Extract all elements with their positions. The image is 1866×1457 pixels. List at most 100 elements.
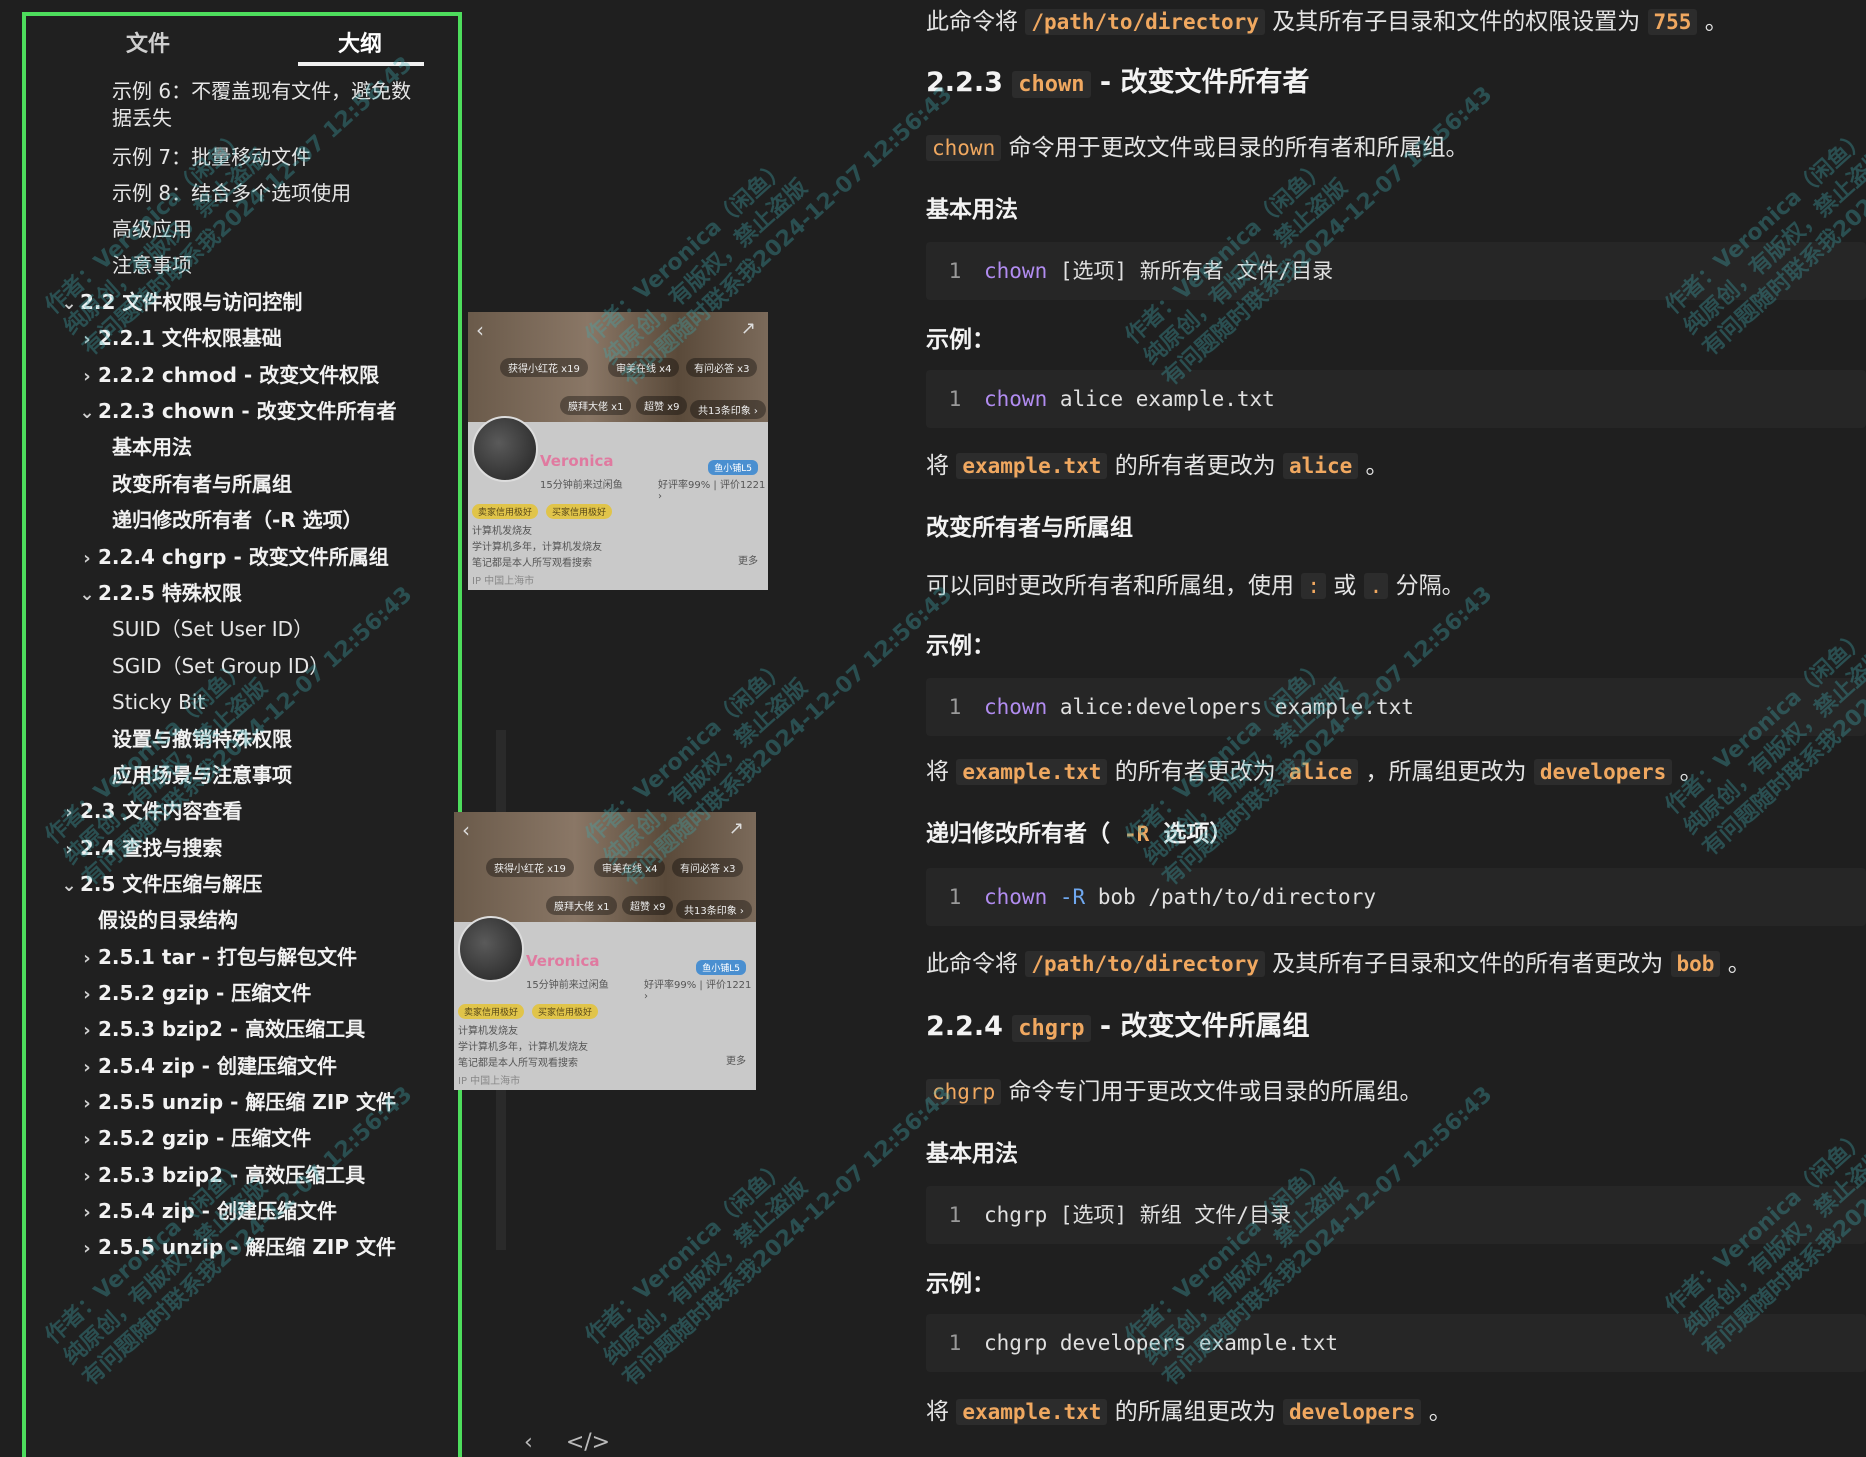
outline-item[interactable]: 高级应用 xyxy=(26,216,458,243)
heading-text: 递归修改所有者（ xyxy=(926,821,1110,847)
chevron-right-icon[interactable]: › xyxy=(60,836,78,863)
text: 的所有者更改为 xyxy=(1114,453,1276,479)
code-command: chown xyxy=(984,259,1048,283)
outline-item-label: SGID（Set Group ID） xyxy=(112,654,330,678)
chevron-left-icon[interactable]: ‹ xyxy=(524,1430,533,1455)
heading-owner-group: 改变所有者与所属组 xyxy=(926,515,1133,541)
chevron-right-icon[interactable]: › xyxy=(60,799,78,826)
chevron-right-icon[interactable]: › xyxy=(78,363,96,390)
outline-item-label: 基本用法 xyxy=(112,435,192,459)
outline-item[interactable]: ⌄ 2.2.5 特殊权限 xyxy=(26,580,458,608)
badge: 审美在线 x4 xyxy=(594,858,666,877)
impressions-link[interactable]: 共13条印象 › xyxy=(690,400,766,419)
outline-item[interactable]: ⌄ 2.5 文件压缩与解压 xyxy=(26,871,458,899)
tab-outline[interactable]: 大纲 xyxy=(338,26,382,58)
chevron-right-icon[interactable]: › xyxy=(78,545,96,572)
code-block[interactable]: 1 chown [选项] 新所有者 文件/目录 xyxy=(926,242,1866,300)
outline-item[interactable]: 注意事项 xyxy=(26,252,458,279)
chevron-right-icon[interactable]: › xyxy=(78,945,96,972)
profile-subtitle: 15分钟前来过闲鱼 xyxy=(540,480,623,491)
outline-item[interactable]: › 2.5.4 zip - 创建压缩文件 xyxy=(26,1053,458,1081)
chevron-down-icon[interactable]: ⌄ xyxy=(60,872,78,899)
chevron-right-icon[interactable]: › xyxy=(78,1126,96,1153)
outline-item[interactable]: › 2.5.5 unzip - 解压缩 ZIP 文件 xyxy=(26,1089,458,1117)
text: 。 xyxy=(1704,9,1728,35)
paragraph: 可以同时更改所有者和所属组，使用 : 或 . 分隔。 xyxy=(926,566,1465,600)
chevron-right-icon[interactable]: › xyxy=(78,1090,96,1117)
outline-item[interactable]: › 2.4 查找与搜索 xyxy=(26,835,458,863)
back-arrow-icon[interactable]: ‹ xyxy=(476,318,484,342)
inline-code: example.txt xyxy=(956,759,1108,785)
code-block[interactable]: 1 chown alice example.txt xyxy=(926,370,1866,428)
chevron-right-icon[interactable]: › xyxy=(78,1017,96,1044)
chevron-down-icon[interactable]: ⌄ xyxy=(60,290,78,317)
outline-item[interactable]: 示例 7：批量移动文件 xyxy=(26,144,458,171)
outline-item[interactable]: SGID（Set Group ID） xyxy=(26,653,458,680)
outline-item[interactable]: 设置与撤销特殊权限 xyxy=(26,726,458,753)
outline-item[interactable]: 递归修改所有者（-R 选项） xyxy=(26,507,458,534)
outline-item-label: 递归修改所有者（-R 选项） xyxy=(112,508,363,532)
outline-item[interactable]: 示例 6：不覆盖现有文件，避免数据丢失 xyxy=(26,78,412,132)
outline-item[interactable]: › 2.5.3 bzip2 - 高效压缩工具 xyxy=(26,1162,458,1190)
outline-item[interactable]: › 2.5.5 unzip - 解压缩 ZIP 文件 xyxy=(26,1234,458,1262)
outline-item[interactable]: ⌄ 2.2 文件权限与访问控制 xyxy=(26,289,458,317)
code-block[interactable]: 1 chown -R bob /path/to/directory xyxy=(926,868,1866,926)
outline-item[interactable]: 应用场景与注意事项 xyxy=(26,762,458,789)
profile-rating: 好评率99% | 评价1221 › xyxy=(644,980,752,1002)
outline-item[interactable]: › 2.5.2 gzip - 压缩文件 xyxy=(26,980,458,1008)
back-arrow-icon[interactable]: ‹ xyxy=(462,818,470,842)
outline-item[interactable]: › 2.2.4 chgrp - 改变文件所属组 xyxy=(26,544,458,572)
profile-line: 计算机发烧友 xyxy=(458,1026,518,1037)
middle-gutter: ‹ ↗ 获得小红花 x19 审美在线 x4 有问必答 x3 膜拜大佬 x1 超赞… xyxy=(454,0,916,1457)
heading-chown: 2.2.3 chown - 改变文件所有者 xyxy=(926,60,1310,99)
share-icon[interactable]: ↗ xyxy=(741,318,756,339)
badge: 获得小红花 x19 xyxy=(486,858,574,877)
text: ，所属组更改为 xyxy=(1365,759,1527,785)
tab-files[interactable]: 文件 xyxy=(126,26,170,58)
chevron-down-icon[interactable]: ⌄ xyxy=(78,581,96,608)
active-tab-indicator xyxy=(298,62,424,66)
outline-item[interactable]: SUID（Set User ID） xyxy=(26,616,458,643)
outline-item[interactable]: 基本用法 xyxy=(26,434,458,461)
inline-code: 755 xyxy=(1647,9,1698,35)
outline-item[interactable]: ⌄ 2.2.3 chown - 改变文件所有者 xyxy=(26,398,458,426)
outline-item[interactable]: › 2.3 文件内容查看 xyxy=(26,798,458,826)
text: 的所属组更改为 xyxy=(1114,1399,1276,1425)
avatar xyxy=(458,916,524,982)
code-block[interactable]: 1 chgrp [选项] 新组 文件/目录 xyxy=(926,1186,1866,1244)
share-icon[interactable]: ↗ xyxy=(729,818,744,839)
outline-item[interactable]: › 2.2.1 文件权限基础 xyxy=(26,325,458,353)
code-block[interactable]: 1 chgrp developers example.txt xyxy=(926,1314,1866,1372)
profile-line: 学计算机多年，计算机发烧友 xyxy=(472,542,602,553)
text: 。 xyxy=(1679,759,1703,785)
outline-item[interactable]: 示例 8：结合多个选项使用 xyxy=(26,180,458,207)
outline-item-label: 2.3 文件内容查看 xyxy=(80,799,243,823)
chevron-right-icon[interactable]: › xyxy=(78,1235,96,1262)
heading-text: 选项） xyxy=(1163,821,1233,847)
outline-item[interactable]: › 2.5.2 gzip - 压缩文件 xyxy=(26,1125,458,1153)
chevron-down-icon[interactable]: ⌄ xyxy=(78,399,96,426)
more-link[interactable]: 更多 xyxy=(738,552,758,567)
chevron-right-icon[interactable]: › xyxy=(78,326,96,353)
profile-location: IP 中国上海市 xyxy=(458,1076,521,1087)
outline-item[interactable]: Sticky Bit xyxy=(26,689,458,716)
outline-item[interactable]: › 2.5.3 bzip2 - 高效压缩工具 xyxy=(26,1016,458,1044)
chevron-right-icon[interactable]: › xyxy=(78,1054,96,1081)
chevron-right-icon[interactable]: › xyxy=(78,981,96,1008)
chevron-right-icon[interactable]: › xyxy=(78,1163,96,1190)
outline-item[interactable]: 改变所有者与所属组 xyxy=(26,471,458,498)
more-link[interactable]: 更多 xyxy=(726,1052,746,1067)
outline-item[interactable]: › 2.5.1 tar - 打包与解包文件 xyxy=(26,944,458,972)
outline-item[interactable]: 假设的目录结构 xyxy=(26,907,458,934)
chevron-right-icon[interactable]: › xyxy=(78,1199,96,1226)
code-block[interactable]: 1 chown alice:developers example.txt xyxy=(926,678,1866,736)
profile-line: 计算机发烧友 xyxy=(472,526,532,537)
heading-text: - 改变文件所有者 xyxy=(1099,67,1310,98)
paragraph: 此命令将 /path/to/directory 及其所有子目录和文件的所有者更改… xyxy=(926,944,1751,978)
outline-item[interactable]: › 2.5.4 zip - 创建压缩文件 xyxy=(26,1198,458,1226)
outline-item[interactable]: › 2.2.2 chmod - 改变文件权限 xyxy=(26,362,458,390)
code-view-icon[interactable]: </> xyxy=(566,1430,610,1455)
impressions-link[interactable]: 共13条印象 › xyxy=(676,900,752,919)
inline-code: example.txt xyxy=(956,453,1108,479)
text: 此命令将 xyxy=(926,9,1018,35)
